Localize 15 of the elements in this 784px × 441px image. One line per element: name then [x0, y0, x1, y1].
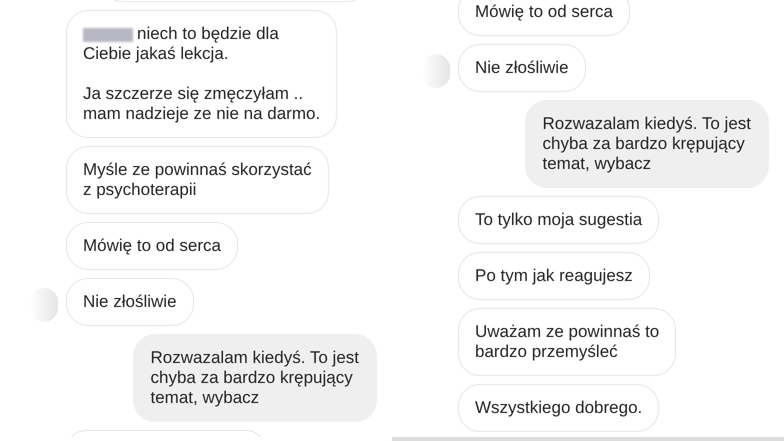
redacted-name — [83, 28, 133, 42]
message-bubble: Nie złośliwie — [458, 44, 586, 92]
message-bubble: Uważam ze powinnaś to bardzo przemyśleć — [458, 308, 676, 376]
avatar — [422, 54, 450, 88]
message-bubble: niech to będzie dla Ciebie jakaś lekcja. Ja szczerze się zmęczyłam .. mam nadzieje ze nie na darmo. — [66, 10, 338, 138]
message-bubble: Mówię to od serca — [66, 222, 238, 270]
message-bubble: Po tym jak reagujesz — [458, 252, 650, 300]
message-bubble: Rozwazalam kiedyś. To jest chyba za bardzo krępujący temat, wybacz — [132, 334, 377, 422]
message-bubble: Nie złośliwie — [66, 278, 194, 326]
message-bubble: Rozwazalam kiedyś. To jest chyba za bardzo krępujący temat, wybacz — [524, 100, 769, 188]
message-bubble: Mówię to od serca — [458, 0, 630, 36]
message-bubble: Wszystkiego dobrego. — [458, 384, 660, 432]
message-bubble: To tylko moja sugestia — [458, 196, 660, 244]
message-bubble: Myśle ze powinnaś skorzystać z psychoterapii — [66, 146, 329, 214]
avatar — [30, 288, 58, 322]
